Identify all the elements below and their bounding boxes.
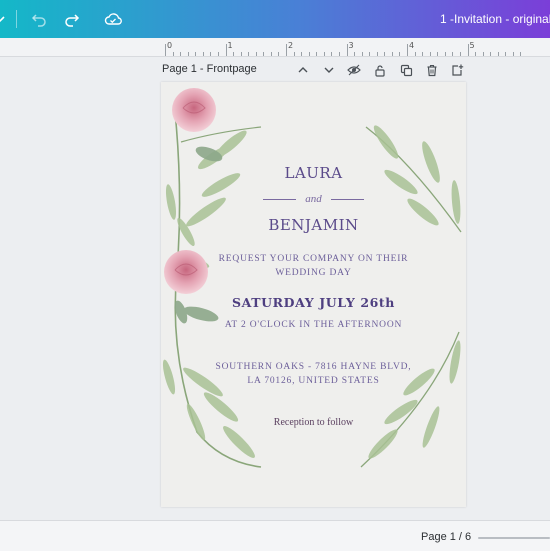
ruler-label: 3	[348, 41, 354, 50]
and-text[interactable]: and	[161, 193, 466, 205]
ruler-minor-tick	[399, 52, 401, 56]
wedding-date[interactable]: SATURDAY JULY 26th	[161, 295, 466, 310]
ruler-minor-tick	[301, 52, 303, 56]
document-title[interactable]: 1 -Invitation - original-V	[440, 12, 550, 26]
bride-name[interactable]: LAURA	[161, 164, 466, 182]
ruler-minor-tick	[202, 52, 204, 56]
ruler-minor-tick	[512, 52, 514, 56]
ruler-minor-tick	[233, 52, 235, 56]
ruler-minor-tick	[308, 52, 310, 56]
ruler-minor-tick	[482, 52, 484, 56]
ruler-minor-tick	[293, 52, 295, 56]
top-toolbar: 1 -Invitation - original-V	[0, 0, 550, 38]
ruler-major-tick	[225, 44, 227, 56]
ruler-minor-tick	[444, 52, 446, 56]
chevron-down-icon[interactable]	[0, 9, 10, 29]
ruler-label: 0	[167, 41, 173, 50]
ruler-minor-tick	[263, 52, 265, 56]
ruler-minor-tick	[459, 52, 461, 56]
ruler-minor-tick	[338, 52, 340, 56]
ruler-minor-tick	[316, 52, 318, 56]
ruler-label: 2	[288, 41, 294, 50]
ruler-minor-tick	[505, 52, 507, 56]
toolbar-divider	[16, 10, 17, 28]
request-line-2[interactable]: WEDDING DAY	[161, 268, 466, 278]
cloud-check-icon[interactable]	[103, 9, 123, 29]
ruler-minor-tick	[270, 52, 272, 56]
page-count[interactable]: Page 1 / 6	[421, 531, 471, 543]
ruler-minor-tick	[414, 52, 416, 56]
ruler-minor-tick	[452, 52, 454, 56]
ruler-minor-tick	[172, 52, 174, 56]
design-canvas[interactable]: LAURA and BENJAMIN REQUEST YOUR COMPANY …	[161, 82, 466, 507]
ruler-major-tick	[346, 44, 348, 56]
duplicate-icon[interactable]	[397, 61, 415, 79]
eye-icon[interactable]	[345, 61, 363, 79]
zoom-slider-track[interactable]	[478, 537, 550, 539]
ruler-minor-tick	[490, 52, 492, 56]
ruler-minor-tick	[217, 52, 219, 56]
request-line-1[interactable]: REQUEST YOUR COMPANY ON THEIR	[161, 254, 466, 264]
ruler-major-tick	[286, 44, 287, 56]
ruler-minor-tick	[422, 52, 424, 56]
ruler-major-tick	[407, 44, 408, 56]
ruler-label: 5	[469, 41, 475, 50]
ruler-label: 1	[227, 41, 233, 50]
ruler-minor-tick	[278, 52, 280, 56]
ruler-major-tick	[467, 44, 469, 56]
address-line-2[interactable]: LA 70126, UNITED STATES	[161, 376, 466, 386]
ruler-minor-tick	[187, 52, 189, 56]
horizontal-ruler: 0 1 2 3 4 5	[161, 38, 550, 57]
page-title[interactable]: Page 1 - Frontpage	[162, 63, 257, 75]
ruler-gutter	[0, 38, 161, 57]
ruler-minor-tick	[323, 52, 325, 56]
ruler-minor-tick	[255, 52, 257, 56]
divider-line-right	[331, 199, 364, 200]
bottom-status-bar: Page 1 / 6	[0, 520, 550, 551]
ruler-minor-tick	[248, 52, 250, 56]
add-page-icon[interactable]	[448, 61, 466, 79]
ruler-minor-tick	[369, 52, 371, 56]
ruler-minor-tick	[475, 52, 477, 56]
redo-icon[interactable]	[62, 9, 82, 29]
wedding-time[interactable]: AT 2 O'CLOCK IN THE AFTERNOON	[161, 320, 466, 330]
ruler-minor-tick	[437, 52, 439, 56]
ruler-minor-tick	[240, 52, 242, 56]
ruler-minor-tick	[429, 52, 431, 56]
page-header: Page 1 - Frontpage	[161, 60, 471, 80]
lock-icon[interactable]	[371, 61, 389, 79]
ruler-minor-tick	[180, 52, 182, 56]
ruler-minor-tick	[497, 52, 499, 56]
ruler-minor-tick	[376, 52, 378, 56]
chevron-up-icon[interactable]	[294, 61, 312, 79]
ruler-minor-tick	[331, 52, 333, 56]
trash-icon[interactable]	[423, 61, 441, 79]
ruler-minor-tick	[210, 52, 212, 56]
ruler-minor-tick	[195, 52, 197, 56]
ruler-minor-tick	[391, 52, 393, 56]
undo-icon[interactable]	[29, 9, 49, 29]
reception-text[interactable]: Reception to follow	[161, 417, 466, 428]
chevron-down-icon[interactable]	[320, 61, 338, 79]
ruler-minor-tick	[384, 52, 386, 56]
groom-name[interactable]: BENJAMIN	[161, 216, 466, 234]
address-line-1[interactable]: SOUTHERN OAKS - 7816 HAYNE BLVD,	[161, 362, 466, 372]
ruler-major-tick	[165, 44, 166, 56]
ruler-label: 4	[409, 41, 415, 50]
ruler-minor-tick	[354, 52, 356, 56]
ruler-minor-tick	[520, 52, 522, 56]
ruler-minor-tick	[361, 52, 363, 56]
